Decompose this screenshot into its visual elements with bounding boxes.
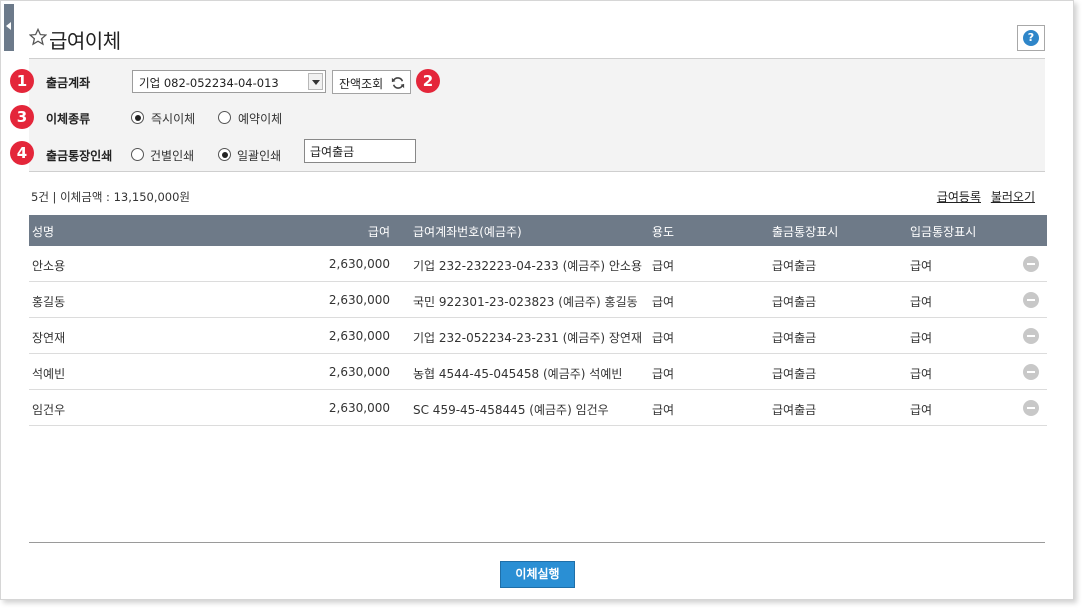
cell-in-display: 급여 <box>910 403 933 417</box>
cell-in-display: 급여 <box>910 295 933 309</box>
radio-immediate-transfer[interactable] <box>131 111 144 124</box>
remove-row-icon[interactable] <box>1023 292 1039 308</box>
balance-inquiry-button[interactable]: 잔액조회 <box>332 70 411 94</box>
bulk-print-label: 일괄인쇄 <box>237 149 282 163</box>
balance-inquiry-label: 잔액조회 <box>339 77 384 91</box>
transfer-type-label: 이체종류 <box>46 112 91 126</box>
chevron-left-icon <box>6 22 11 30</box>
cell-amount: 2,630,000 <box>328 257 390 271</box>
table-actions: 급여등록 불러오기 <box>931 188 1035 205</box>
main-window: 급여이체 ? 1 출금계좌 기업 082-052234-04-013 잔액조회 … <box>0 0 1074 600</box>
radio-individual-print[interactable] <box>131 148 144 161</box>
cell-in-display: 급여 <box>910 259 933 273</box>
title-bar: 급여이체 ? <box>29 23 1045 59</box>
remove-row-icon[interactable] <box>1023 400 1039 416</box>
scheduled-transfer-label: 예약이체 <box>238 112 283 126</box>
cell-out-display: 급여출금 <box>772 367 817 381</box>
account-select-value: 기업 082-052234-04-013 <box>139 76 279 90</box>
remove-row-icon[interactable] <box>1023 328 1039 344</box>
cell-account: 기업 232-052234-23-231 (예금주) 장연재 <box>413 331 643 345</box>
passbook-print-label: 출금통장인쇄 <box>46 149 113 163</box>
column-header-account: 급여계좌번호(예금주) <box>413 225 522 239</box>
column-header-use: 용도 <box>652 225 675 239</box>
step-badge-4: 4 <box>10 141 34 165</box>
table-row[interactable]: 임건우 2,630,000 SC 459-45-458445 (예금주) 임건우… <box>29 390 1047 426</box>
radio-bulk-print[interactable] <box>218 148 231 161</box>
cell-out-display: 급여출금 <box>772 295 817 309</box>
help-icon: ? <box>1023 30 1039 46</box>
step-badge-2: 2 <box>416 69 440 93</box>
cell-amount: 2,630,000 <box>328 401 390 415</box>
step-badge-1: 1 <box>10 69 34 93</box>
transfer-form: 1 출금계좌 기업 082-052234-04-013 잔액조회 2 3 이체종… <box>10 59 1045 172</box>
cell-use: 급여 <box>652 367 675 381</box>
remove-row-icon[interactable] <box>1023 364 1039 380</box>
cell-name: 홍길동 <box>32 295 66 309</box>
account-label: 출금계좌 <box>46 76 91 90</box>
column-header-name: 성명 <box>32 225 55 239</box>
load-link[interactable]: 불러오기 <box>991 190 1035 204</box>
collapse-sidebar-toggle[interactable] <box>4 4 14 51</box>
bottom-divider <box>29 542 1045 543</box>
table-row[interactable]: 홍길동 2,630,000 국민 922301-23-023823 (예금주) … <box>29 282 1047 318</box>
cell-account: 기업 232-232223-04-233 (예금주) 안소용 <box>413 259 643 273</box>
cell-in-display: 급여 <box>910 331 933 345</box>
passbook-memo-input[interactable]: 급여출금 <box>304 139 416 163</box>
refresh-icon <box>391 77 405 89</box>
table-row[interactable]: 석예빈 2,630,000 농협 4544-45-045458 (예금주) 석예… <box>29 354 1047 390</box>
page-title: 급여이체 <box>49 29 121 53</box>
cell-name: 안소용 <box>32 259 66 273</box>
cell-account: 국민 922301-23-023823 (예금주) 홍길동 <box>413 295 638 309</box>
cell-account: SC 459-45-458445 (예금주) 임건우 <box>413 403 609 417</box>
cell-use: 급여 <box>652 403 675 417</box>
register-salary-link[interactable]: 급여등록 <box>937 190 981 204</box>
execute-transfer-button[interactable]: 이체실행 <box>500 561 575 588</box>
account-select[interactable]: 기업 082-052234-04-013 <box>132 70 326 93</box>
cell-in-display: 급여 <box>910 367 933 381</box>
cell-amount: 2,630,000 <box>328 293 390 307</box>
cell-out-display: 급여출금 <box>772 403 817 417</box>
table-row[interactable]: 장연재 2,630,000 기업 232-052234-23-231 (예금주)… <box>29 318 1047 354</box>
cell-name: 석예빈 <box>32 367 66 381</box>
favorite-star-icon[interactable] <box>29 28 47 46</box>
cell-name: 장연재 <box>32 331 66 345</box>
table-header: 성명 급여 급여계좌번호(예금주) 용도 출금통장표시 입금통장표시 <box>29 215 1047 246</box>
immediate-transfer-label: 즉시이체 <box>151 112 196 126</box>
cell-out-display: 급여출금 <box>772 331 817 345</box>
column-header-out-display: 출금통장표시 <box>772 225 839 239</box>
table-row[interactable]: 안소용 2,630,000 기업 232-232223-04-233 (예금주)… <box>29 246 1047 282</box>
individual-print-label: 건별인쇄 <box>150 149 195 163</box>
column-header-in-display: 입금통장표시 <box>910 225 977 239</box>
radio-scheduled-transfer[interactable] <box>218 111 231 124</box>
salary-table: 성명 급여 급여계좌번호(예금주) 용도 출금통장표시 입금통장표시 안소용 2… <box>29 215 1047 426</box>
cell-use: 급여 <box>652 331 675 345</box>
cell-name: 임건우 <box>32 403 66 417</box>
transfer-summary: 5건 | 이체금액 : 13,150,000원 <box>31 190 191 204</box>
cell-amount: 2,630,000 <box>328 365 390 379</box>
column-header-amount: 급여 <box>367 225 390 239</box>
chevron-down-icon[interactable] <box>308 73 323 90</box>
cell-out-display: 급여출금 <box>772 259 817 273</box>
step-badge-3: 3 <box>10 105 34 129</box>
help-button[interactable]: ? <box>1017 25 1045 51</box>
cell-use: 급여 <box>652 259 675 273</box>
cell-account: 농협 4544-45-045458 (예금주) 석예빈 <box>413 367 623 381</box>
cell-amount: 2,630,000 <box>328 329 390 343</box>
cell-use: 급여 <box>652 295 675 309</box>
remove-row-icon[interactable] <box>1023 256 1039 272</box>
